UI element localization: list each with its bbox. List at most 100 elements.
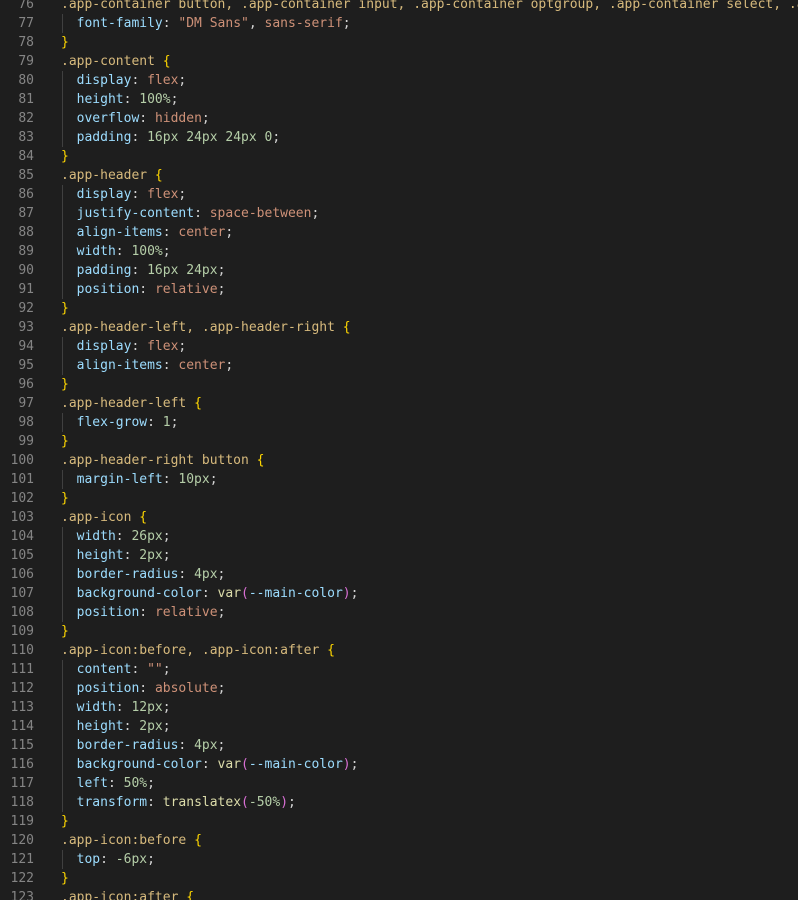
code-line[interactable]: 115 border-radius: 4px; <box>0 736 798 755</box>
code-line[interactable]: 123 .app-icon:after { <box>0 888 798 900</box>
code-line[interactable]: 103 .app-icon { <box>0 508 798 527</box>
code-text: .app-container button, .app-container in… <box>61 0 798 14</box>
code-line[interactable]: 111 content: ""; <box>0 660 798 679</box>
code-line[interactable]: 79 .app-content { <box>0 52 798 71</box>
code-token: ; <box>162 719 171 734</box>
code-token: position <box>76 282 140 297</box>
code-line[interactable]: 84} <box>0 147 798 166</box>
code-line[interactable]: 119} <box>0 812 798 831</box>
code-line[interactable]: 83 padding: 16px 24px 24px 0; <box>0 128 798 147</box>
code-line[interactable]: 107 background-color: var(--main-color); <box>0 584 798 603</box>
code-line[interactable]: 108 position: relative; <box>0 603 798 622</box>
code-token: : <box>123 548 140 563</box>
code-line[interactable]: 114 height: 2px; <box>0 717 798 736</box>
code-line[interactable]: 96} <box>0 375 798 394</box>
code-line[interactable]: 94 display: flex; <box>0 337 798 356</box>
code-line[interactable]: 89 width: 100%; <box>0 242 798 261</box>
code-token: flex <box>147 339 179 354</box>
code-token: display <box>76 187 132 202</box>
code-token: { <box>342 320 351 335</box>
line-number: 105 <box>10 548 34 563</box>
line-number: 92 <box>18 301 34 316</box>
line-number: 123 <box>10 890 34 900</box>
code-token: : <box>115 700 132 715</box>
code-text: overflow: hidden; <box>61 109 210 128</box>
code-text: justify-content: space-between; <box>61 204 320 223</box>
code-token: .app-content <box>61 54 163 69</box>
code-line[interactable]: 100 .app-header-right button { <box>0 451 798 470</box>
code-token: : <box>147 415 163 430</box>
code-token: ) <box>342 586 351 601</box>
code-token: { <box>194 833 202 848</box>
code-line[interactable]: 92} <box>0 299 798 318</box>
code-token: ( <box>241 795 249 810</box>
code-line[interactable]: 118 transform: translatex(-50%); <box>0 793 798 812</box>
code-text: } <box>61 869 69 888</box>
code-line[interactable]: 97 .app-header-left { <box>0 394 798 413</box>
code-line[interactable]: 113 width: 12px; <box>0 698 798 717</box>
code-line[interactable]: 98 flex-grow: 1; <box>0 413 798 432</box>
code-text: font-family: "DM Sans", sans-serif; <box>61 14 351 33</box>
code-token: border-radius <box>76 567 179 582</box>
code-line[interactable]: 110 .app-icon:before, .app-icon:after { <box>0 641 798 660</box>
code-token: { <box>186 890 195 900</box>
code-line[interactable]: 122} <box>0 869 798 888</box>
code-line[interactable]: 80 display: flex; <box>0 71 798 90</box>
code-line[interactable]: 78} <box>0 33 798 52</box>
line-number: 95 <box>18 358 34 373</box>
code-line[interactable]: 95 align-items: center; <box>0 356 798 375</box>
code-token: padding <box>76 263 132 278</box>
code-line[interactable]: 106 border-radius: 4px; <box>0 565 798 584</box>
code-editor[interactable]: 76 .app-container button, .app-container … <box>0 0 798 900</box>
line-number: 117 <box>10 776 34 791</box>
code-line[interactable]: 85 .app-header { <box>0 166 798 185</box>
code-token: { <box>162 54 171 69</box>
code-line[interactable]: 99} <box>0 432 798 451</box>
code-token: flex-grow <box>76 415 148 430</box>
code-line[interactable]: 76 .app-container button, .app-container … <box>0 0 798 14</box>
code-text: } <box>61 489 69 508</box>
code-token: ; <box>170 92 179 107</box>
code-text: } <box>61 147 69 166</box>
code-text: border-radius: 4px; <box>61 565 226 584</box>
code-line[interactable]: 116 background-color: var(--main-color); <box>0 755 798 774</box>
code-line[interactable]: 121 top: -6px; <box>0 850 798 869</box>
code-token: ( <box>241 757 249 772</box>
code-token: ; <box>162 662 171 677</box>
code-token: -50% <box>248 795 281 810</box>
code-line[interactable]: 117 left: 50%; <box>0 774 798 793</box>
code-line[interactable]: 101 margin-left: 10px; <box>0 470 798 489</box>
code-token: } <box>61 35 69 50</box>
code-line[interactable]: 91 position: relative; <box>0 280 798 299</box>
code-text: align-items: center; <box>61 223 234 242</box>
code-token: : <box>162 225 179 240</box>
code-token: ; <box>178 187 187 202</box>
code-token: var <box>217 586 242 601</box>
code-token: ; <box>225 225 234 240</box>
line-number: 108 <box>10 605 34 620</box>
code-line[interactable]: 120 .app-icon:before { <box>0 831 798 850</box>
code-line[interactable]: 82 overflow: hidden; <box>0 109 798 128</box>
code-line[interactable]: 86 display: flex; <box>0 185 798 204</box>
code-line[interactable]: 105 height: 2px; <box>0 546 798 565</box>
code-line[interactable]: 93 .app-header-left, .app-header-right { <box>0 318 798 337</box>
code-text: width: 100%; <box>61 242 171 261</box>
code-token: ; <box>350 757 359 772</box>
code-token: : <box>201 757 218 772</box>
code-line[interactable]: 87 justify-content: space-between; <box>0 204 798 223</box>
code-text: .app-header-left, .app-header-right { <box>61 318 351 337</box>
code-token: ; <box>162 548 171 563</box>
code-line[interactable]: 112 position: absolute; <box>0 679 798 698</box>
code-token: center <box>178 358 226 373</box>
code-line[interactable]: 104 width: 26px; <box>0 527 798 546</box>
line-number: 114 <box>10 719 34 734</box>
code-line[interactable]: 88 align-items: center; <box>0 223 798 242</box>
code-text: background-color: var(--main-color); <box>61 584 359 603</box>
code-text: .app-icon { <box>61 508 147 527</box>
code-token: ; <box>170 415 179 430</box>
code-line[interactable]: 109} <box>0 622 798 641</box>
code-line[interactable]: 81 height: 100%; <box>0 90 798 109</box>
code-line[interactable]: 90 padding: 16px 24px; <box>0 261 798 280</box>
code-line[interactable]: 102} <box>0 489 798 508</box>
code-line[interactable]: 77 font-family: "DM Sans", sans-serif; <box>0 14 798 33</box>
